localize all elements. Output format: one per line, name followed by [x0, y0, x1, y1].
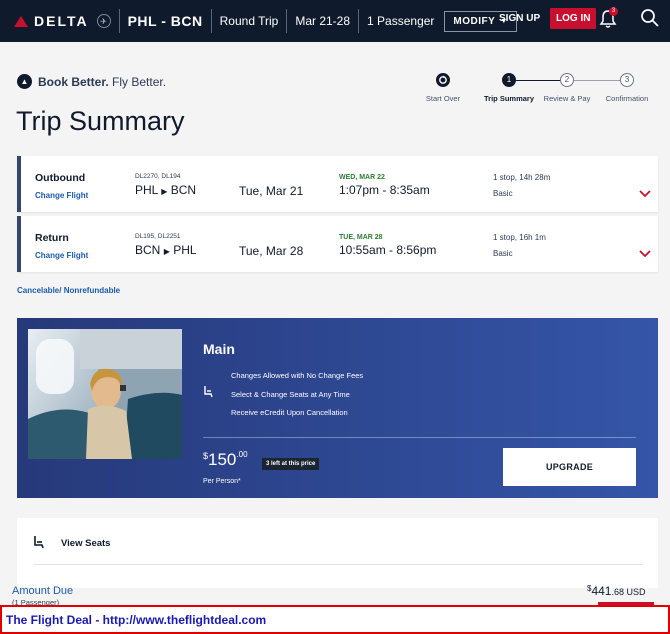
booking-progress-steps: Start Over 1 Trip Summary 2 Review & Pay… [420, 72, 660, 108]
flight-numbers: DL195, DL2251 [135, 233, 181, 240]
trip-dates: Mar 21-28 [295, 14, 351, 28]
seat-icon [204, 386, 213, 398]
flight-times: 10:55am - 8:56pm [339, 243, 437, 257]
notification-badge: 3 [609, 7, 618, 16]
return-flight-card[interactable]: Return Change Flight DL195, DL2251 BCN ▶… [17, 216, 658, 272]
fare-feature: Changes Allowed with No Change Fees [231, 371, 364, 380]
tagline: ▲ Book Better. Fly Better. [17, 74, 166, 89]
flight-route: BCN ▶ PHL [135, 243, 197, 257]
modify-label: MODIFY [453, 15, 496, 27]
cabin-photo [28, 329, 182, 459]
tagline-bold: Book Better. [38, 74, 109, 89]
trip-route: PHL - BCN [127, 13, 203, 29]
tagline-rest: Fly Better. [108, 74, 167, 89]
fare-price: $150.00 [203, 450, 248, 470]
play-arrow-icon: ▶ [161, 187, 168, 196]
flight-numbers: DL2270, DL194 [135, 173, 181, 180]
fare-feature: Receive eCredit Upon Cancellation [231, 408, 348, 417]
trip-type: Round Trip [219, 14, 279, 28]
step-number: 3 [620, 73, 634, 87]
header-divider [358, 9, 360, 33]
step-label: Start Over [425, 94, 461, 103]
header-divider [286, 9, 288, 33]
origin-code: BCN [135, 243, 161, 257]
per-person-label: Per Person* [203, 478, 241, 485]
notifications-button[interactable]: 3 [599, 7, 618, 29]
seat-icon [34, 536, 44, 549]
start-over-icon [436, 73, 450, 87]
arrival-date: WED, MAR 22 [339, 174, 385, 181]
brand-name: DELTA [34, 13, 89, 29]
stops-duration: 1 stop, 14h 28m [493, 173, 551, 182]
step-connector [574, 80, 620, 81]
destination-code: PHL [173, 243, 197, 257]
passenger-count: 1 Passenger [367, 14, 435, 28]
log-in-button[interactable]: LOG IN [550, 8, 597, 29]
header-divider [118, 9, 120, 33]
step-label: Trip Summary [483, 94, 535, 103]
step-number: 1 [502, 73, 516, 87]
step-connector [516, 80, 560, 81]
fare-feature: Select & Change Seats at Any Time [231, 390, 350, 399]
stops-duration: 1 stop, 16h 1m [493, 233, 546, 242]
amount-cents: .68 USD [611, 587, 646, 597]
search-icon [641, 9, 659, 27]
fare-name: Main [203, 341, 235, 357]
step-number: 2 [560, 73, 574, 87]
banner-text: The Flight Deal - http://www.theflightde… [6, 613, 267, 627]
section-divider [33, 564, 643, 565]
amount-whole: 441 [591, 584, 612, 598]
cabin-class: Basic [493, 189, 513, 198]
sign-up-link[interactable]: SIGN UP [499, 13, 540, 24]
destination-code: BCN [170, 183, 197, 197]
delta-tagline-logo-icon: ▲ [17, 74, 32, 89]
amount-due-label: Amount Due [12, 585, 74, 597]
page-title: Trip Summary [16, 106, 185, 136]
cabin-class: Basic [493, 249, 513, 258]
outbound-flight-card[interactable]: Outbound Change Flight DL2270, DL194 PHL… [17, 156, 658, 212]
flight-direction-label: Outbound [35, 172, 86, 184]
change-flight-link[interactable]: Change Flight [35, 251, 88, 260]
amount-due-value: $441.68 USD [587, 584, 646, 598]
flight-route: PHL ▶ BCN [135, 183, 196, 197]
top-navigation-bar: DELTA ✈ PHL - BCN Round Trip Mar 21-28 1… [0, 0, 670, 42]
delta-logo[interactable]: DELTA ✈ [0, 0, 111, 42]
step-label: Review & Pay [543, 94, 591, 103]
departure-date: Tue, Mar 28 [239, 244, 304, 258]
price-cents: .00 [236, 450, 248, 459]
step-label: Confirmation [605, 94, 649, 103]
cancel-policy-link[interactable]: Cancelable/ Nonrefundable [17, 286, 120, 295]
chevron-down-icon[interactable] [639, 190, 651, 198]
plane-icon: ✈ [96, 14, 111, 28]
seats-left-badge: 3 left at this price [262, 458, 320, 470]
play-arrow-icon: ▶ [163, 247, 170, 256]
flight-direction-label: Return [35, 232, 69, 244]
source-banner: The Flight Deal - http://www.theflightde… [0, 605, 670, 634]
price-whole: 150 [208, 450, 237, 469]
change-flight-link[interactable]: Change Flight [35, 191, 88, 200]
upgrade-button[interactable]: UPGRADE [503, 448, 636, 486]
origin-code: PHL [135, 183, 158, 197]
view-seats-label: View Seats [61, 538, 111, 549]
departure-date: Tue, Mar 21 [239, 184, 304, 198]
search-button[interactable] [640, 8, 660, 28]
fare-divider [203, 437, 636, 438]
header-divider [210, 9, 212, 33]
chevron-down-icon[interactable] [639, 250, 651, 258]
delta-widget-icon [14, 15, 28, 27]
main-fare-panel: Main Changes Allowed with No Change Fees… [17, 318, 658, 498]
flight-times: 1:07pm - 8:35am [339, 183, 430, 197]
view-seats-section[interactable]: View Seats [17, 518, 658, 588]
arrival-date: TUE, MAR 28 [339, 234, 383, 241]
